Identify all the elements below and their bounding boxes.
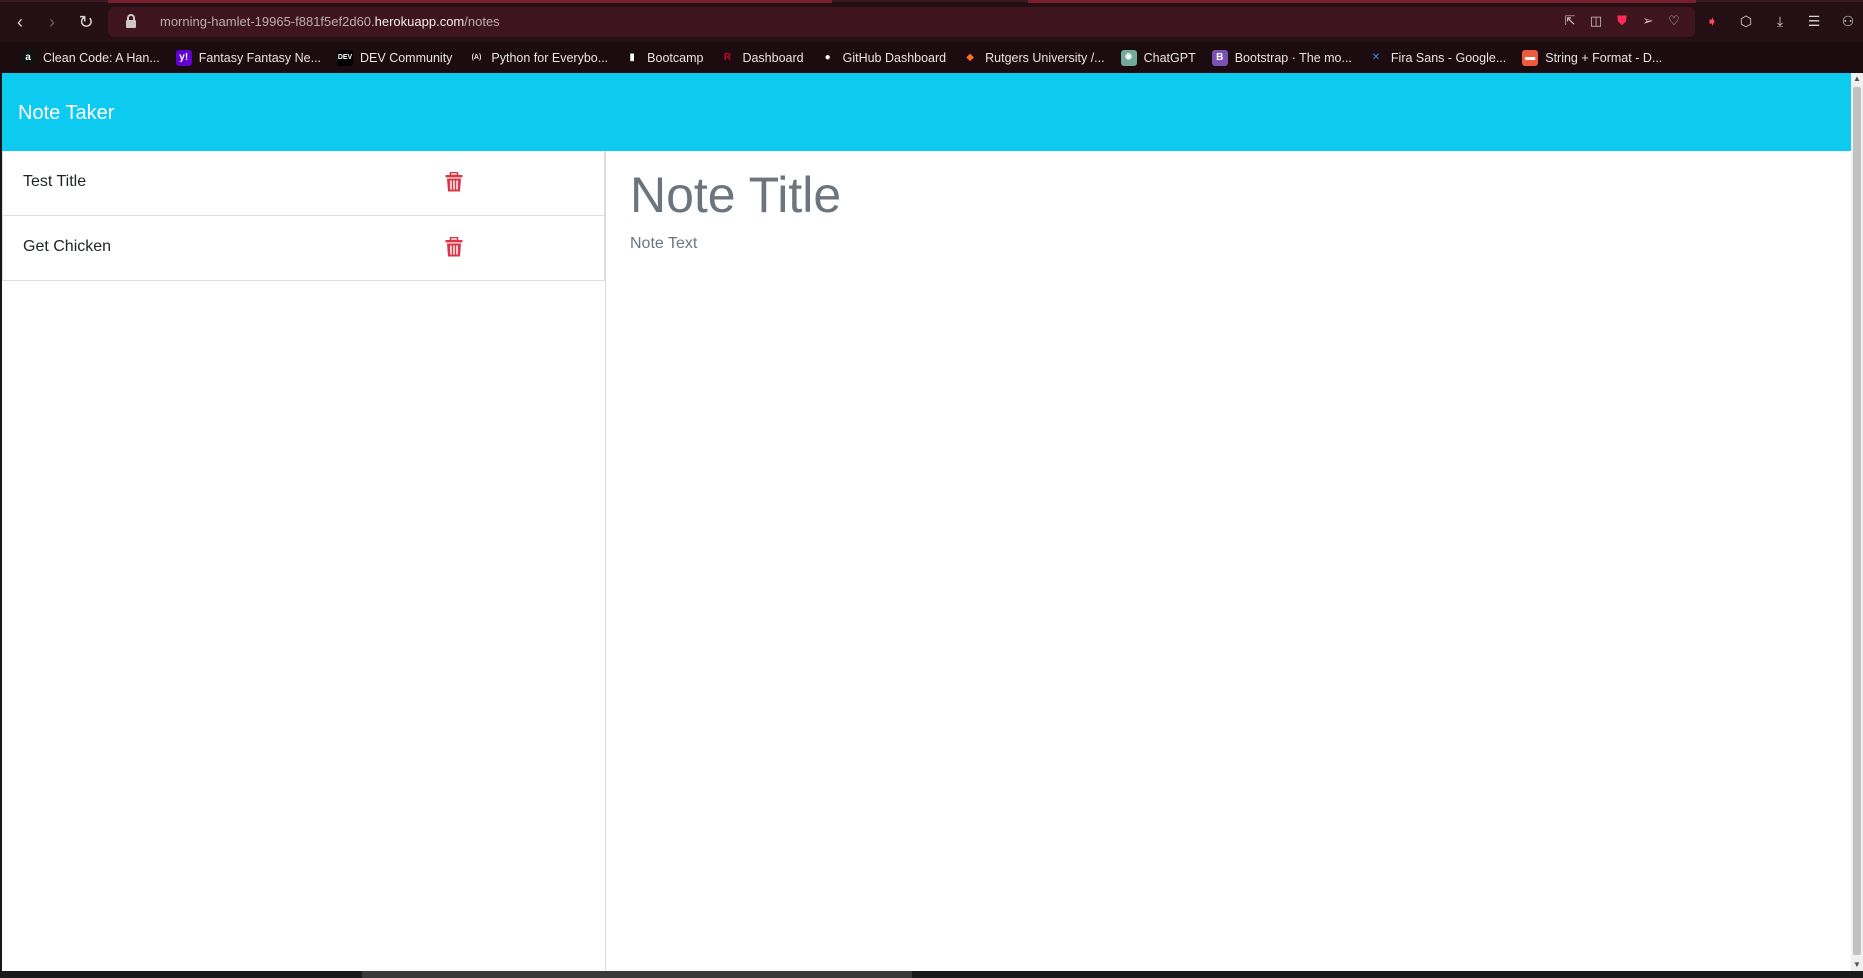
address-bar[interactable]: morning-hamlet-19965-f881f5ef2d60.heroku… xyxy=(108,7,1695,37)
bookmark-label: String + Format - D... xyxy=(1545,50,1663,65)
bookmark-item[interactable]: ✺ ChatGPT xyxy=(1115,46,1202,70)
scroll-thumb[interactable] xyxy=(1853,87,1861,955)
bookmark-label: Bootstrap · The mo... xyxy=(1234,50,1352,65)
menu-icon[interactable]: ☰ xyxy=(1802,10,1826,32)
bookmark-item[interactable]: DEV DEV Community xyxy=(331,46,458,70)
heart-icon[interactable]: ♡ xyxy=(1665,12,1683,30)
bookmark-label: Python for Everybo... xyxy=(491,50,609,65)
bookmark-label: Fantasy Fantasy Ne... xyxy=(198,50,322,65)
url-path: /notes xyxy=(464,14,500,29)
url-host: herokuapp.com xyxy=(374,14,465,29)
bookmark-item[interactable]: (A) Python for Everybo... xyxy=(462,46,614,70)
bookmark-item[interactable]: R Dashboard xyxy=(713,46,809,70)
bookmark-favicon-icon: DEV xyxy=(337,49,354,66)
share-icon[interactable]: ⇱ xyxy=(1561,12,1579,30)
bookmark-item[interactable]: a Clean Code: A Han... xyxy=(14,46,166,70)
bookmark-favicon-icon: ✕ xyxy=(1371,51,1381,63)
tab-indicator xyxy=(1028,0,1696,3)
bookmark-label: Rutgers University /... xyxy=(985,50,1105,65)
note-item-title: Get Chicken xyxy=(23,238,112,255)
back-button[interactable]: ‹ xyxy=(8,10,32,34)
bookmarks-bar: a Clean Code: A Han... y! Fantasy Fantasy N… xyxy=(0,42,1863,73)
bookmark-favicon-icon: ✺ xyxy=(1120,49,1137,66)
cube-icon[interactable]: ⬡ xyxy=(1734,10,1758,32)
scroll-up-icon[interactable]: ▲ xyxy=(1851,73,1863,85)
bookmark-favicon-icon: y! xyxy=(175,49,192,66)
bookmark-item[interactable]: ◆ Rutgers University /... xyxy=(956,46,1110,70)
bookmark-item[interactable]: ▮ Bootcamp xyxy=(618,46,709,70)
bookmark-label: Fira Sans - Google... xyxy=(1390,50,1507,65)
url-prefix: morning-hamlet-19965-f881f5ef2d60. xyxy=(160,14,375,29)
bookmark-favicon-icon: a xyxy=(20,49,36,66)
note-title-input[interactable] xyxy=(630,163,1810,227)
taskbar-strip xyxy=(0,971,1863,978)
bookmark-favicon-icon: (A) xyxy=(471,53,482,61)
note-list-item[interactable]: Test Title xyxy=(2,151,605,216)
bookmark-label: Bootcamp xyxy=(647,50,704,65)
bookmark-label: DEV Community xyxy=(360,50,453,65)
bookmark-item[interactable]: ● GitHub Dashboard xyxy=(814,46,953,70)
delete-note-icon[interactable] xyxy=(445,237,463,257)
forward-button[interactable]: › xyxy=(40,10,64,34)
reload-button[interactable]: ↻ xyxy=(74,10,98,34)
app-brand[interactable]: Note Taker xyxy=(18,102,114,125)
extension-icon[interactable]: ➧ xyxy=(1700,10,1724,32)
notes-sidebar: Test Title Get Chicken xyxy=(2,151,606,971)
profile-icon[interactable]: ⚇ xyxy=(1836,10,1860,32)
note-item-title: Test Title xyxy=(23,173,87,190)
bookmark-item[interactable]: ▬ String + Format - D... xyxy=(1516,46,1668,70)
bookmark-item[interactable]: ✕ Fira Sans - Google... xyxy=(1362,46,1512,70)
lock-icon[interactable] xyxy=(126,14,136,28)
tab-indicator xyxy=(108,0,832,3)
bookmark-favicon-icon: ▬ xyxy=(1522,49,1539,66)
bookmark-favicon-icon: ● xyxy=(824,51,831,63)
screenshot-icon[interactable]: ◫ xyxy=(1587,12,1605,30)
bookmark-item[interactable]: B Bootstrap · The mo... xyxy=(1206,46,1358,70)
note-editor xyxy=(606,151,1851,971)
browser-toolbar: ‹ › ↻ morning-hamlet-19965-f881f5ef2d60.… xyxy=(0,0,1863,42)
note-text-input[interactable] xyxy=(630,235,1810,935)
bookmark-favicon-icon: R xyxy=(723,51,732,63)
bookmark-label: Dashboard xyxy=(742,50,804,65)
delete-note-icon[interactable] xyxy=(445,172,463,192)
app-navbar: Note Taker xyxy=(2,73,1851,151)
send-icon[interactable]: ➢ xyxy=(1639,12,1657,30)
bookmark-favicon-icon: ▮ xyxy=(629,51,635,63)
bookmark-favicon-icon: B xyxy=(1211,49,1228,66)
url-text[interactable]: morning-hamlet-19965-f881f5ef2d60.heroku… xyxy=(160,14,500,29)
bookmark-favicon-icon: ◆ xyxy=(966,51,974,63)
note-list-item[interactable]: Get Chicken xyxy=(2,216,605,281)
taskbar-segment xyxy=(362,971,912,978)
bookmark-item[interactable]: y! Fantasy Fantasy Ne... xyxy=(170,46,327,70)
page-viewport: Note Taker Test Title Get Chicken xyxy=(2,73,1851,971)
scroll-down-icon[interactable]: ▼ xyxy=(1851,959,1863,971)
bookmark-label: ChatGPT xyxy=(1143,50,1196,65)
download-icon[interactable]: ⤓ xyxy=(1768,10,1792,32)
note-list: Test Title Get Chicken xyxy=(2,151,605,281)
bookmark-label: GitHub Dashboard xyxy=(842,50,947,65)
shield-icon[interactable]: ⛊ xyxy=(1613,12,1631,30)
bookmark-label: Clean Code: A Han... xyxy=(43,50,160,65)
page-scrollbar[interactable]: ▲ ▼ xyxy=(1851,73,1863,971)
